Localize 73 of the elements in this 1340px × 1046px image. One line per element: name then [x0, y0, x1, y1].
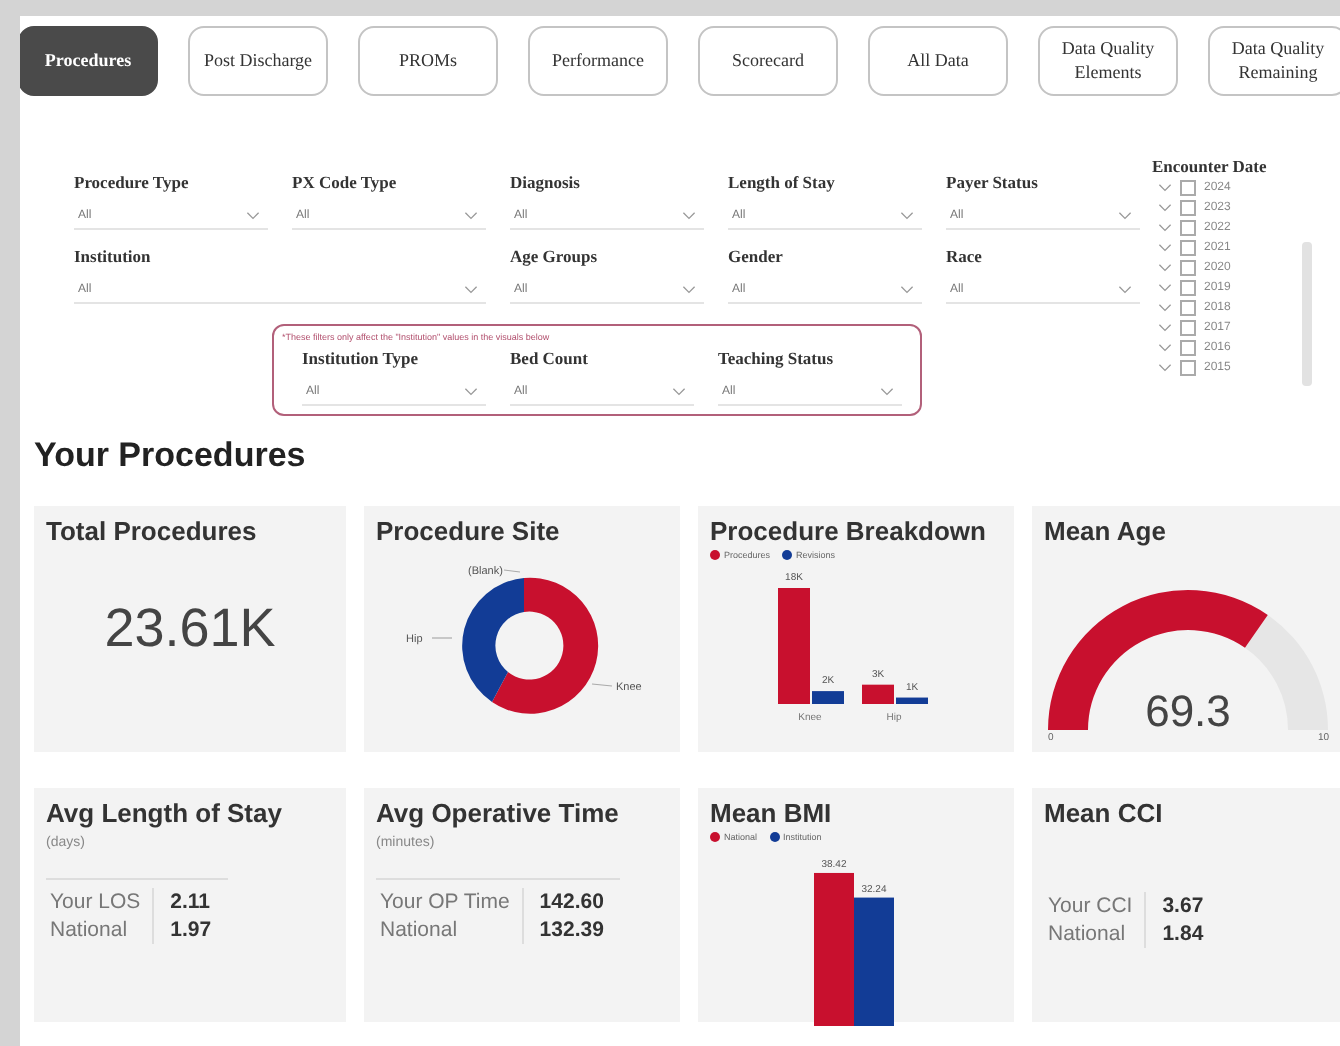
checkbox[interactable]	[1180, 340, 1196, 356]
gauge-track	[1245, 614, 1328, 730]
chevron-down-icon	[682, 285, 696, 293]
card-title: Mean CCI	[1044, 798, 1165, 828]
nav-tab[interactable]: Procedures	[20, 26, 158, 96]
chevron-down-icon	[246, 211, 260, 219]
chevron-down-icon	[900, 211, 914, 219]
metric-label: Your LOS	[46, 888, 155, 916]
filter-label: Bed Count	[510, 348, 590, 368]
filter-label: Institution	[74, 246, 153, 266]
checkbox[interactable]	[1180, 260, 1196, 276]
card-title: Procedure Site	[376, 516, 562, 546]
filter-label: PX Code Type	[292, 172, 399, 192]
metric-label: National	[376, 916, 524, 944]
metric-value: 3.67	[1160, 892, 1206, 920]
checkbox[interactable]	[1180, 220, 1196, 236]
filter-label: Diagnosis	[510, 172, 582, 192]
gauge-value: 69.3	[1145, 686, 1231, 736]
card-title: Avg Length of Stay	[46, 798, 284, 828]
chevron-down-icon	[1118, 285, 1132, 293]
bar	[854, 897, 894, 1026]
metric-value: 142.60	[537, 888, 606, 916]
filter-label: Gender	[728, 246, 785, 266]
chevron-down-icon	[464, 211, 478, 219]
filter-label: Payer Status	[946, 172, 1040, 192]
chevron-down-icon	[900, 285, 914, 293]
chevron-down-icon	[464, 387, 478, 395]
checkbox[interactable]	[1180, 360, 1196, 376]
filter-label: Teaching Status	[718, 348, 836, 368]
card-title: Mean Age	[1044, 516, 1168, 546]
leader-line	[591, 683, 613, 687]
scrollbar[interactable]	[1302, 242, 1313, 386]
kpi-value: 23.61K	[102, 598, 278, 660]
nav-tab[interactable]: Post Discharge	[188, 26, 328, 96]
section-title: Your Procedures	[34, 436, 308, 476]
filter-label: Institution Type	[302, 348, 421, 368]
metric-label: National	[46, 916, 155, 944]
card-title: Avg Operative Time	[376, 798, 621, 828]
checkbox[interactable]	[1180, 240, 1196, 256]
nav-tab[interactable]: Performance	[528, 26, 668, 96]
checkbox[interactable]	[1180, 300, 1196, 316]
chevron-down-icon	[672, 387, 686, 395]
leader-line	[431, 637, 453, 639]
checkbox[interactable]	[1180, 180, 1196, 196]
nav-tab[interactable]: Data Quality Remaining	[1208, 26, 1340, 96]
metric-value: 2.11	[168, 888, 213, 916]
card-title: Total Procedures	[46, 516, 259, 546]
card-title: Procedure Breakdown	[710, 516, 988, 546]
chevron-down-icon	[1118, 211, 1132, 219]
filter-label: Age Groups	[510, 246, 600, 266]
card-title: Mean BMI	[710, 798, 834, 828]
nav-tab[interactable]: All Data	[868, 26, 1008, 96]
metric-label: National	[1044, 920, 1147, 948]
donut-chart-drawing	[462, 577, 599, 714]
checkbox[interactable]	[1180, 280, 1196, 296]
metric-label: Your CCI	[1044, 892, 1147, 920]
chevron-down-icon	[682, 211, 696, 219]
nav-tab[interactable]: Data Quality Elements	[1038, 26, 1178, 96]
filter-label: Race	[946, 246, 984, 266]
nav-tab[interactable]: PROMs	[358, 26, 498, 96]
chevron-down-icon	[880, 387, 894, 395]
nav-tab[interactable]: Scorecard	[698, 26, 838, 96]
filter-label: Procedure Type	[74, 172, 191, 192]
chevron-down-icon	[464, 285, 478, 293]
metric-label: Your OP Time	[376, 888, 524, 916]
metric-value: 1.84	[1160, 920, 1206, 948]
checkbox[interactable]	[1180, 320, 1196, 336]
checkbox[interactable]	[1180, 200, 1196, 216]
leader-line	[503, 569, 521, 573]
filter-label: Length of Stay	[728, 172, 837, 192]
metric-value: 1.97	[168, 916, 214, 944]
filter-label: Encounter Date	[1152, 156, 1267, 176]
metric-value: 132.39	[537, 916, 606, 944]
